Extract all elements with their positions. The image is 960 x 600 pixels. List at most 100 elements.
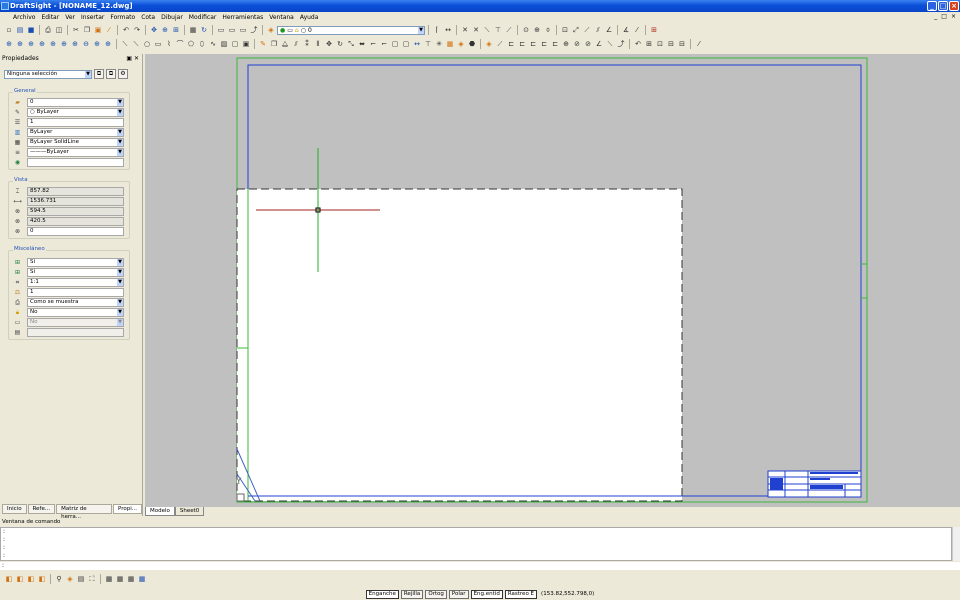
osnap-angle-icon[interactable]: ∡ [621,25,631,35]
join-icon[interactable]: ⊤ [423,39,433,49]
hatch-icon[interactable]: ▨ [219,39,229,49]
block-icon[interactable]: ◈ [484,39,494,49]
break-icon[interactable]: ↔ [412,39,422,49]
tolerance-icon[interactable]: ⊞ [644,39,654,49]
rotate-icon[interactable]: ↻ [335,39,345,49]
zoom-in-icon[interactable]: ⊕ [70,39,80,49]
tool-2-icon[interactable]: ◈ [65,574,75,584]
scale-icon[interactable]: ⤡ [346,39,356,49]
zoom-4-icon[interactable]: ⊕ [37,39,47,49]
tool-8-icon[interactable]: ▦ [137,574,147,584]
menu-ayuda[interactable]: Ayuda [297,14,322,21]
layer-3-icon[interactable]: ◧ [26,574,36,584]
cut-icon[interactable]: ✂ [71,25,81,35]
layer-4-icon[interactable]: ◧ [37,574,47,584]
circle-icon[interactable]: ○ [142,39,152,49]
extend-icon[interactable]: ⌐ [379,39,389,49]
menu-modificar[interactable]: Modificar [186,14,220,21]
ortho-toggle[interactable]: Ortog [425,589,447,599]
dim-angle-icon[interactable]: ∠ [594,39,604,49]
chamfer-icon[interactable]: ▢ [401,39,411,49]
tab-tool-matrix[interactable]: Matriz de herra... [56,504,112,520]
ucs-icon-on-field[interactable]: Sí ▼ [27,258,124,267]
annoscale-field[interactable]: 1 [27,288,124,297]
redraw-icon[interactable]: ↻ [199,25,209,35]
menu-insertar[interactable]: Insertar [78,14,107,21]
dim-center-icon[interactable]: ⊕ [561,39,571,49]
pattern-icon[interactable]: ⁑ [302,39,312,49]
linestyle-field[interactable]: ByLayer SolidLine ▼ [27,138,124,147]
osnap-settings-icon[interactable]: ⊞ [649,25,659,35]
menu-ventana[interactable]: Ventana [266,14,297,21]
zoom-6-icon[interactable]: ⊕ [59,39,69,49]
zoom-2-icon[interactable]: ⊕ [15,39,25,49]
osnap-2-icon[interactable]: ✕ [471,25,481,35]
hyperlink-field[interactable] [27,158,124,167]
grid-toggle[interactable]: Rejilla [400,589,424,599]
zoom-all-icon[interactable]: ⊕ [92,39,102,49]
copy-entity-icon[interactable]: ❐ [269,39,279,49]
ellipse-icon[interactable]: ⬯ [197,39,207,49]
tab-references[interactable]: Refe... [27,504,56,514]
save-icon[interactable]: ■ [26,25,36,35]
edit-hatch-icon[interactable]: ▦ [445,39,455,49]
print-icon[interactable]: ⎙ [43,25,53,35]
layer-manager-icon[interactable]: ◈ [266,25,276,35]
properties-icon[interactable]: ▦ [188,25,198,35]
lock-field[interactable]: No ▼ [27,308,124,317]
dim-baseline-icon[interactable]: ⊏ [506,39,516,49]
leader-icon[interactable]: ⟍ [605,39,615,49]
dim-continue-icon[interactable]: ⊏ [517,39,527,49]
tool-5-icon[interactable]: ▦ [104,574,114,584]
open-icon[interactable]: ▤ [15,25,25,35]
menu-ver[interactable]: Ver [62,14,78,21]
toggle-pickadd-button[interactable]: ⚙ [118,69,128,79]
menu-archivo[interactable]: Archivo [10,14,38,21]
arc-icon[interactable]: ⌒ [175,39,185,49]
scale-field[interactable]: 1:1 ▼ [27,278,124,287]
pan-icon[interactable]: ✥ [149,25,159,35]
command-scrollbar[interactable] [952,527,960,561]
note-icon[interactable]: ⊡ [655,39,665,49]
polyline-icon[interactable]: ⌇ [164,39,174,49]
dim-diameter-icon[interactable]: ⊏ [550,39,560,49]
tool-7-icon[interactable]: ▦ [126,574,136,584]
paint-icon[interactable]: ⬣ [467,39,477,49]
copy-icon[interactable]: ❐ [82,25,92,35]
move-icon[interactable]: ✥ [324,39,334,49]
layer-1-icon[interactable]: ◧ [4,574,14,584]
print-preview-icon[interactable]: ◫ [54,25,64,35]
osnap-5-icon[interactable]: ⟋ [504,25,514,35]
dim-arc-icon[interactable]: ⊘ [572,39,582,49]
image-icon[interactable]: ▣ [241,39,251,49]
smart-leader-icon[interactable]: ⤴ [616,39,626,49]
selection-combo[interactable]: Ninguna selección ▼ [4,69,92,79]
array-icon[interactable]: ⫴ [313,39,323,49]
viewport-3-icon[interactable]: ▭ [238,25,248,35]
redo-icon[interactable]: ↷ [132,25,142,35]
esnap-toggle[interactable]: Eng.entid [470,589,503,599]
tool-6-icon[interactable]: ▦ [115,574,125,584]
viewport-4-icon[interactable]: ⤴ [249,25,259,35]
lineweight2-field[interactable]: ———ByLayer ▼ [27,148,124,157]
zoom-out-icon[interactable]: ⊖ [81,39,91,49]
osnap-quadrant-icon[interactable]: ⊕ [532,25,542,35]
drawing-canvas[interactable]: Y [145,54,960,507]
menu-editar[interactable]: Editar [38,14,62,21]
tool-4-icon[interactable]: ⛶ [87,574,97,584]
rectangle-icon[interactable]: ▭ [153,39,163,49]
doc-restore-button[interactable]: □ [941,13,947,20]
quick-select-button[interactable]: ⧉ [106,69,116,79]
linescale-field[interactable]: 1 [27,118,124,127]
dim-style-icon[interactable]: ↶ [633,39,643,49]
doc-close-button[interactable]: × [951,13,956,20]
stretch-icon[interactable]: ⬌ [357,39,367,49]
layer-field[interactable]: 0 ▼ [27,98,124,107]
menu-cota[interactable]: Cota [138,14,158,21]
menu-dibujar[interactable]: Dibujar [158,14,186,21]
close-icon[interactable]: ✕ [134,55,139,62]
osnap-parallel-icon[interactable]: ⫽ [593,25,603,35]
maximize-button[interactable]: □ [938,1,948,11]
layer-combo[interactable]: ● ▭ ⌂ ○ 0 ▼ [277,25,425,35]
menu-herramientas[interactable]: Herramientas [219,14,266,21]
